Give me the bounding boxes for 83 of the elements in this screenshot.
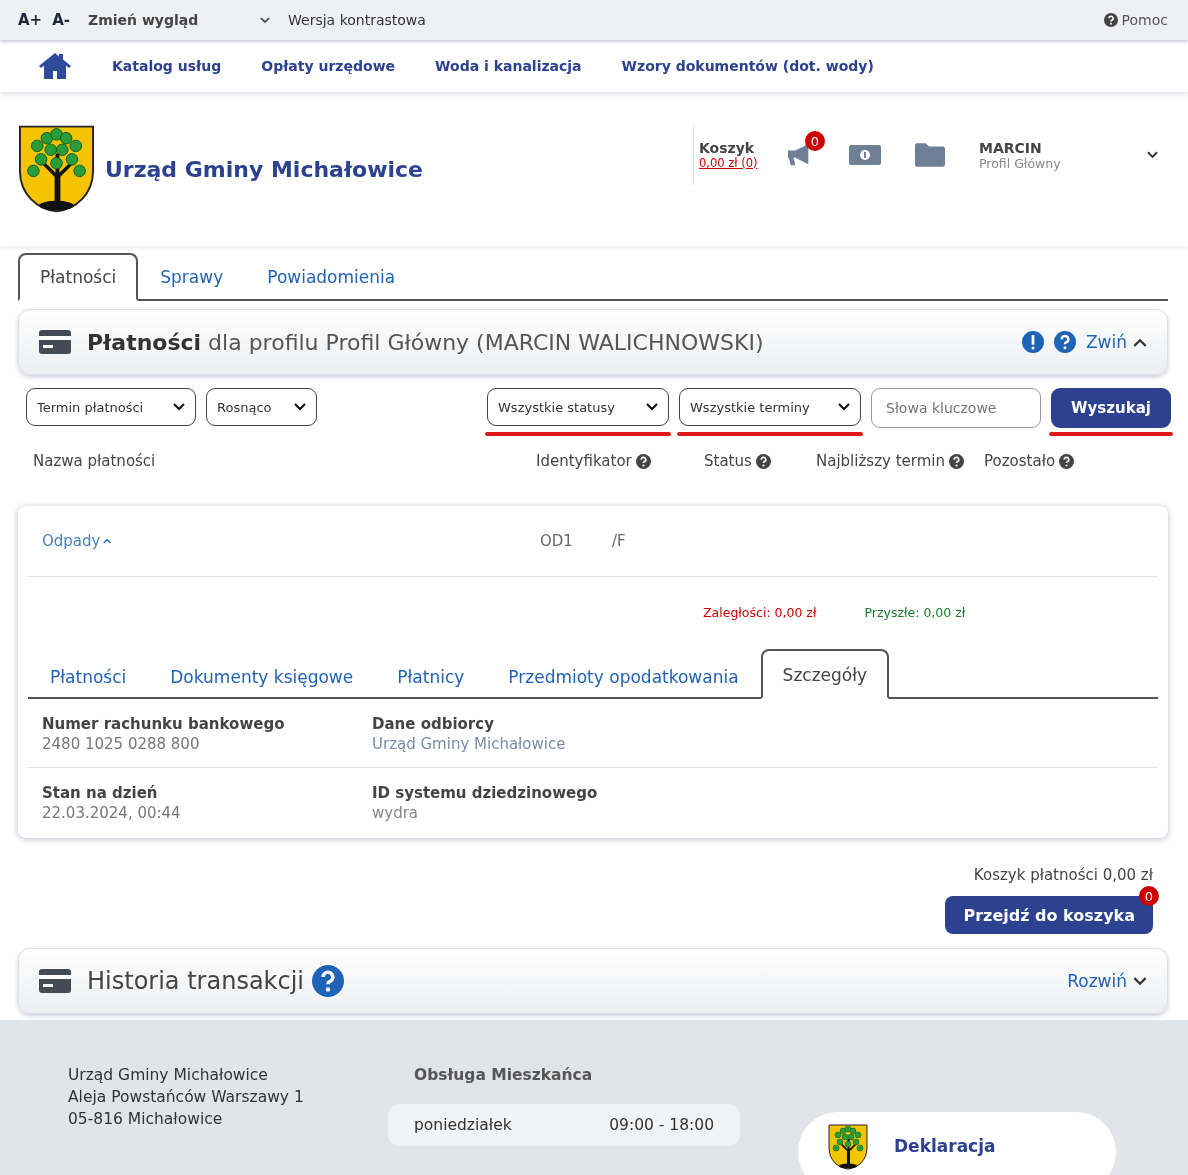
column-header: Nazwa płatności (33, 452, 156, 470)
appearance-dropdown[interactable]: Zmień wygląd (88, 12, 271, 28)
detail-label: Stan na dzień (42, 784, 159, 802)
address-line: Aleja Powstańców Warszawy 1 (68, 1088, 305, 1106)
nav-link[interactable]: Opłaty urzędowe (261, 58, 396, 74)
help-icon[interactable] (1053, 331, 1076, 353)
basket-badge: 0 (1139, 886, 1159, 906)
panel-title: Historia transakcji (87, 967, 305, 995)
future-amount: Przyszłe: 0,00 zł (864, 605, 966, 622)
credit-card-icon (39, 969, 71, 993)
chevron-down-icon (260, 16, 271, 24)
detail-value: wydra (372, 803, 420, 822)
profile-name: Profil Główny (979, 155, 1062, 171)
tab[interactable]: Płatności (18, 253, 139, 301)
chevron-down-icon (294, 403, 306, 411)
help-icon[interactable] (948, 453, 964, 469)
coat-of-arms-drawing (828, 1124, 868, 1170)
panel-title: Płatności dla profilu Profil Główny (MARCIN WALICHNOWSKI) (87, 329, 764, 355)
filter-dropdown[interactable]: Wszystkie terminy (679, 388, 861, 426)
payment-cell: /F (612, 532, 626, 550)
detail-value: 22.03.2024, 00:44 (42, 803, 182, 822)
cart-amount-link[interactable]: 0,00 zł (0) (699, 156, 781, 170)
detail-value: 2480 1025 0288 800 (42, 734, 201, 753)
payment-identifier: OD1 (540, 532, 573, 550)
keyword-field[interactable]: Słowa kluczowe (871, 388, 1041, 428)
address-line: Urząd Gminy Michałowice (68, 1066, 269, 1084)
expand-toggle[interactable]: Rozwiń (1067, 971, 1147, 991)
column-header: Pozostało (984, 452, 1056, 470)
tab[interactable]: Płatnicy (375, 655, 487, 699)
contrast-link[interactable]: Wersja kontrastowa (288, 12, 426, 28)
help-icon[interactable] (312, 965, 345, 997)
tab[interactable]: Szczegóły (760, 649, 890, 699)
help-icon[interactable] (1103, 13, 1118, 27)
tab[interactable]: Sprawy (138, 253, 246, 301)
filter-dropdown[interactable]: Wszystkie statusy (487, 388, 669, 426)
filter-dropdown[interactable]: Termin płatności (26, 388, 196, 426)
nav-link[interactable]: Katalog usług (112, 58, 222, 74)
column-header: Status (704, 452, 752, 470)
chevron-down-icon (1147, 151, 1158, 159)
service-title: Obsługa Mieszkańca (413, 1066, 594, 1084)
home-icon[interactable] (38, 52, 72, 80)
declaration-link[interactable]: Deklaracja (798, 1112, 1116, 1175)
nav-link[interactable]: Woda i kanalizacja (435, 58, 582, 74)
credit-card-icon (39, 330, 71, 354)
chevron-down-icon (1133, 976, 1147, 986)
address-line: 05-816 Michałowice (68, 1110, 224, 1128)
help-icon[interactable] (755, 453, 771, 469)
user-name: MARCIN (979, 139, 1043, 156)
help-link[interactable]: Pomoc (1103, 12, 1168, 28)
payment-name-toggle[interactable]: Odpady (42, 532, 112, 550)
filter-dropdown[interactable]: Rosnąco (206, 388, 317, 426)
chevron-down-icon (173, 403, 185, 411)
arrears-amount: Zaległości: 0,00 zł (703, 605, 817, 622)
notification-badge: 0 (805, 131, 825, 151)
chevron-up-icon (103, 538, 112, 544)
alert-icon[interactable] (1021, 331, 1044, 353)
detail-label: Numer rachunku bankowego (42, 715, 286, 733)
font-size-button[interactable]: A- (52, 11, 71, 29)
detail-label: Dane odbiorcy (372, 715, 495, 733)
tab[interactable]: Powiadomienia (245, 253, 418, 301)
tab[interactable]: Płatności (28, 655, 149, 699)
help-icon[interactable] (1059, 453, 1075, 469)
collapse-toggle[interactable]: Zwiń (1085, 332, 1147, 352)
font-size-button[interactable]: A+ (18, 11, 43, 29)
chevron-down-icon (838, 403, 850, 411)
tab[interactable]: Przedmioty opodatkowania (486, 655, 761, 699)
site-title: Urząd Gminy Michałowice (105, 156, 424, 182)
opening-hours: 09:00 - 18:00 (609, 1116, 714, 1134)
detail-label: ID systemu dziedzinowego (372, 784, 599, 802)
chevron-up-icon (1133, 337, 1147, 347)
nav-link[interactable]: Wzory dokumentów (dot. wody) (621, 58, 874, 74)
banknote-icon[interactable] (849, 145, 881, 165)
chevron-down-icon (646, 403, 658, 411)
column-header: Najbliższy termin (816, 452, 945, 470)
help-icon[interactable] (635, 453, 651, 469)
folder-icon[interactable] (915, 143, 945, 167)
search-button[interactable]: Wyszukaj (1051, 388, 1171, 428)
tab[interactable]: Dokumenty księgowe (148, 655, 376, 699)
basket-total: Koszyk płatności 0,00 zł (973, 866, 1153, 884)
weekday: poniedziałek (414, 1116, 512, 1134)
detail-value: Urząd Gminy Michałowice (372, 734, 567, 753)
column-header: Identyfikator (536, 452, 632, 470)
cart-label: Koszyk (699, 140, 756, 156)
